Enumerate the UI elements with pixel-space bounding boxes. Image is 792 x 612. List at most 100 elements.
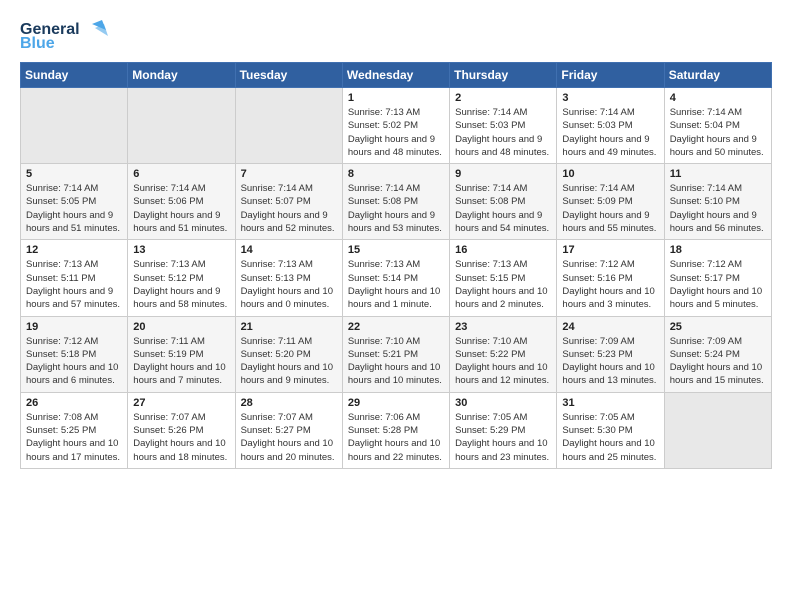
day-info: Sunrise: 7:12 AM Sunset: 5:17 PM Dayligh… [670, 258, 766, 311]
day-number: 27 [133, 397, 229, 409]
day-number: 16 [455, 244, 551, 256]
day-cell: 29 Sunrise: 7:06 AM Sunset: 5:28 PM Dayl… [342, 392, 449, 468]
day-number: 22 [348, 321, 444, 333]
day-info: Sunrise: 7:13 AM Sunset: 5:02 PM Dayligh… [348, 106, 444, 159]
day-cell [235, 88, 342, 164]
day-info: Sunrise: 7:12 AM Sunset: 5:16 PM Dayligh… [562, 258, 658, 311]
day-cell: 7 Sunrise: 7:14 AM Sunset: 5:07 PM Dayli… [235, 164, 342, 240]
calendar: SundayMondayTuesdayWednesdayThursdayFrid… [20, 62, 772, 469]
day-cell: 1 Sunrise: 7:13 AM Sunset: 5:02 PM Dayli… [342, 88, 449, 164]
day-cell: 22 Sunrise: 7:10 AM Sunset: 5:21 PM Dayl… [342, 316, 449, 392]
day-info: Sunrise: 7:13 AM Sunset: 5:12 PM Dayligh… [133, 258, 229, 311]
day-info: Sunrise: 7:12 AM Sunset: 5:18 PM Dayligh… [26, 335, 122, 388]
day-cell: 13 Sunrise: 7:13 AM Sunset: 5:12 PM Dayl… [128, 240, 235, 316]
day-number: 2 [455, 92, 551, 104]
day-cell: 17 Sunrise: 7:12 AM Sunset: 5:16 PM Dayl… [557, 240, 664, 316]
svg-text:Blue: Blue [20, 35, 55, 52]
day-number: 6 [133, 168, 229, 180]
day-cell: 9 Sunrise: 7:14 AM Sunset: 5:08 PM Dayli… [450, 164, 557, 240]
day-cell: 6 Sunrise: 7:14 AM Sunset: 5:06 PM Dayli… [128, 164, 235, 240]
weekday-header-saturday: Saturday [664, 63, 771, 88]
day-number: 17 [562, 244, 658, 256]
day-info: Sunrise: 7:11 AM Sunset: 5:20 PM Dayligh… [241, 335, 337, 388]
page: General Blue SundayMondayTuesdayWednesda… [0, 0, 792, 485]
day-cell: 20 Sunrise: 7:11 AM Sunset: 5:19 PM Dayl… [128, 316, 235, 392]
day-info: Sunrise: 7:07 AM Sunset: 5:27 PM Dayligh… [241, 411, 337, 464]
day-info: Sunrise: 7:13 AM Sunset: 5:13 PM Dayligh… [241, 258, 337, 311]
day-cell: 16 Sunrise: 7:13 AM Sunset: 5:15 PM Dayl… [450, 240, 557, 316]
day-cell: 28 Sunrise: 7:07 AM Sunset: 5:27 PM Dayl… [235, 392, 342, 468]
day-cell: 30 Sunrise: 7:05 AM Sunset: 5:29 PM Dayl… [450, 392, 557, 468]
week-row-1: 1 Sunrise: 7:13 AM Sunset: 5:02 PM Dayli… [21, 88, 772, 164]
day-number: 15 [348, 244, 444, 256]
day-number: 23 [455, 321, 551, 333]
day-info: Sunrise: 7:09 AM Sunset: 5:23 PM Dayligh… [562, 335, 658, 388]
day-info: Sunrise: 7:07 AM Sunset: 5:26 PM Dayligh… [133, 411, 229, 464]
day-info: Sunrise: 7:14 AM Sunset: 5:06 PM Dayligh… [133, 182, 229, 235]
logo: General Blue [20, 16, 110, 52]
day-number: 25 [670, 321, 766, 333]
day-number: 14 [241, 244, 337, 256]
day-number: 20 [133, 321, 229, 333]
day-number: 13 [133, 244, 229, 256]
week-row-2: 5 Sunrise: 7:14 AM Sunset: 5:05 PM Dayli… [21, 164, 772, 240]
day-info: Sunrise: 7:10 AM Sunset: 5:21 PM Dayligh… [348, 335, 444, 388]
day-cell: 31 Sunrise: 7:05 AM Sunset: 5:30 PM Dayl… [557, 392, 664, 468]
day-cell: 2 Sunrise: 7:14 AM Sunset: 5:03 PM Dayli… [450, 88, 557, 164]
day-info: Sunrise: 7:14 AM Sunset: 5:03 PM Dayligh… [455, 106, 551, 159]
day-cell: 3 Sunrise: 7:14 AM Sunset: 5:03 PM Dayli… [557, 88, 664, 164]
day-number: 18 [670, 244, 766, 256]
day-cell: 18 Sunrise: 7:12 AM Sunset: 5:17 PM Dayl… [664, 240, 771, 316]
day-number: 7 [241, 168, 337, 180]
day-cell: 23 Sunrise: 7:10 AM Sunset: 5:22 PM Dayl… [450, 316, 557, 392]
day-number: 30 [455, 397, 551, 409]
day-cell: 4 Sunrise: 7:14 AM Sunset: 5:04 PM Dayli… [664, 88, 771, 164]
day-number: 10 [562, 168, 658, 180]
day-number: 29 [348, 397, 444, 409]
day-info: Sunrise: 7:05 AM Sunset: 5:29 PM Dayligh… [455, 411, 551, 464]
day-info: Sunrise: 7:13 AM Sunset: 5:15 PM Dayligh… [455, 258, 551, 311]
header: General Blue [20, 16, 772, 52]
day-number: 5 [26, 168, 122, 180]
day-cell: 11 Sunrise: 7:14 AM Sunset: 5:10 PM Dayl… [664, 164, 771, 240]
weekday-header-wednesday: Wednesday [342, 63, 449, 88]
weekday-header-friday: Friday [557, 63, 664, 88]
day-number: 24 [562, 321, 658, 333]
week-row-4: 19 Sunrise: 7:12 AM Sunset: 5:18 PM Dayl… [21, 316, 772, 392]
day-info: Sunrise: 7:14 AM Sunset: 5:08 PM Dayligh… [455, 182, 551, 235]
day-number: 21 [241, 321, 337, 333]
day-cell: 5 Sunrise: 7:14 AM Sunset: 5:05 PM Dayli… [21, 164, 128, 240]
day-cell: 10 Sunrise: 7:14 AM Sunset: 5:09 PM Dayl… [557, 164, 664, 240]
day-cell: 15 Sunrise: 7:13 AM Sunset: 5:14 PM Dayl… [342, 240, 449, 316]
day-cell [128, 88, 235, 164]
day-info: Sunrise: 7:14 AM Sunset: 5:04 PM Dayligh… [670, 106, 766, 159]
day-number: 26 [26, 397, 122, 409]
day-info: Sunrise: 7:06 AM Sunset: 5:28 PM Dayligh… [348, 411, 444, 464]
logo-icon: General Blue [20, 16, 110, 52]
day-number: 1 [348, 92, 444, 104]
day-number: 4 [670, 92, 766, 104]
day-info: Sunrise: 7:14 AM Sunset: 5:05 PM Dayligh… [26, 182, 122, 235]
day-info: Sunrise: 7:09 AM Sunset: 5:24 PM Dayligh… [670, 335, 766, 388]
day-number: 19 [26, 321, 122, 333]
weekday-header-thursday: Thursday [450, 63, 557, 88]
day-info: Sunrise: 7:05 AM Sunset: 5:30 PM Dayligh… [562, 411, 658, 464]
day-cell: 24 Sunrise: 7:09 AM Sunset: 5:23 PM Dayl… [557, 316, 664, 392]
day-number: 3 [562, 92, 658, 104]
day-number: 8 [348, 168, 444, 180]
day-info: Sunrise: 7:11 AM Sunset: 5:19 PM Dayligh… [133, 335, 229, 388]
day-info: Sunrise: 7:13 AM Sunset: 5:11 PM Dayligh… [26, 258, 122, 311]
day-info: Sunrise: 7:14 AM Sunset: 5:07 PM Dayligh… [241, 182, 337, 235]
weekday-header-row: SundayMondayTuesdayWednesdayThursdayFrid… [21, 63, 772, 88]
day-cell: 21 Sunrise: 7:11 AM Sunset: 5:20 PM Dayl… [235, 316, 342, 392]
day-cell: 27 Sunrise: 7:07 AM Sunset: 5:26 PM Dayl… [128, 392, 235, 468]
weekday-header-tuesday: Tuesday [235, 63, 342, 88]
weekday-header-monday: Monday [128, 63, 235, 88]
day-cell: 12 Sunrise: 7:13 AM Sunset: 5:11 PM Dayl… [21, 240, 128, 316]
day-info: Sunrise: 7:13 AM Sunset: 5:14 PM Dayligh… [348, 258, 444, 311]
day-cell [664, 392, 771, 468]
week-row-3: 12 Sunrise: 7:13 AM Sunset: 5:11 PM Dayl… [21, 240, 772, 316]
day-cell: 19 Sunrise: 7:12 AM Sunset: 5:18 PM Dayl… [21, 316, 128, 392]
day-info: Sunrise: 7:14 AM Sunset: 5:08 PM Dayligh… [348, 182, 444, 235]
day-info: Sunrise: 7:10 AM Sunset: 5:22 PM Dayligh… [455, 335, 551, 388]
